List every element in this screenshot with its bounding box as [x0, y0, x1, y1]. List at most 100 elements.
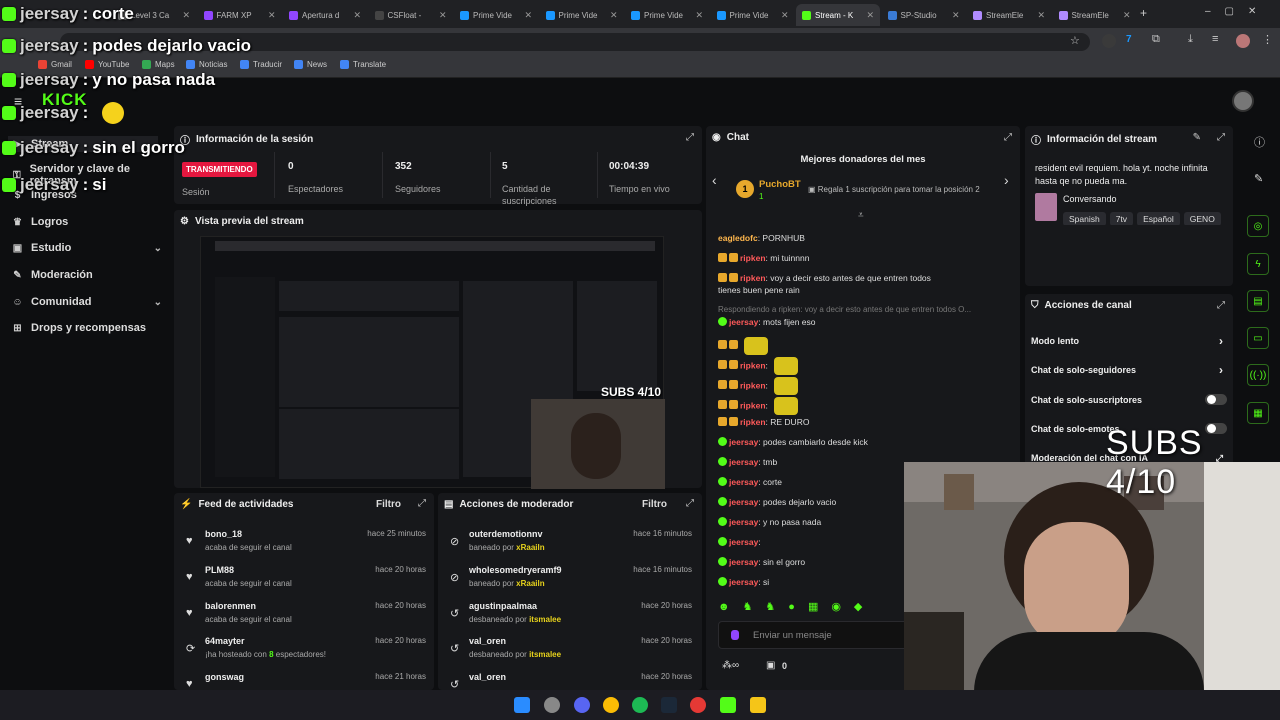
chat-username[interactable]: eagledofc	[718, 233, 758, 243]
chevron-right-icon[interactable]: ›	[1004, 172, 1009, 188]
chat-icon[interactable]: ▭	[1247, 327, 1269, 349]
sidebar-item[interactable]: ✎ Moderación	[12, 269, 162, 281]
close-icon[interactable]: ✕	[268, 10, 276, 21]
infinity-icon[interactable]: ⁂∞	[722, 660, 739, 671]
sidebar-item[interactable]: ☺ Comunidad ⌄	[12, 296, 162, 308]
chat-username[interactable]: ripken	[740, 400, 766, 410]
mod-action-user[interactable]: agustinpaalmaa	[469, 601, 537, 611]
windows-start-icon[interactable]	[514, 697, 530, 713]
chat-username[interactable]: jeersay	[729, 577, 758, 587]
browser-tab[interactable]: FARM XP ✕	[198, 4, 282, 26]
puzzle-icon[interactable]: ⧉	[1152, 33, 1160, 46]
filter-button[interactable]: Filtro	[376, 499, 401, 510]
star-icon[interactable]: ☆	[1070, 34, 1080, 47]
expand-icon[interactable]: ⤢	[1004, 132, 1012, 143]
clipboard-icon[interactable]: ▤	[1247, 290, 1269, 312]
feed-item-name[interactable]: bono_18	[205, 529, 242, 539]
chat-username[interactable]: ripken	[740, 253, 766, 263]
chat-username[interactable]: jeersay	[729, 457, 758, 467]
browser-tab[interactable]: Stream - K ✕	[796, 4, 880, 26]
bookmark-item[interactable]: YouTube	[85, 60, 129, 69]
lightning-icon[interactable]: ϟ	[1247, 253, 1269, 275]
app-icon[interactable]	[544, 697, 560, 713]
user-avatar[interactable]	[1232, 90, 1254, 112]
stream-preview-video[interactable]: SUBS 4/10	[200, 236, 665, 489]
collapse-icon[interactable]: ⩡	[858, 210, 864, 221]
browser-tab[interactable]: Prime Vide ✕	[711, 4, 795, 26]
chat-username[interactable]: jeersay	[729, 557, 758, 567]
chat-username[interactable]: jeersay	[729, 477, 758, 487]
7tv-extension-icon[interactable]: 7	[1126, 34, 1132, 45]
chevron-right-icon[interactable]: ›	[1219, 334, 1223, 348]
channel-action-item[interactable]: Chat de solo-suscriptores	[1031, 393, 1227, 405]
channel-action-item[interactable]: Chat de solo-seguidores ›	[1031, 363, 1227, 377]
chat-username[interactable]: jeersay	[729, 317, 758, 327]
toggle-switch[interactable]	[1205, 393, 1227, 405]
bookmark-item[interactable]: News	[294, 60, 327, 69]
new-tab-button[interactable]: +	[1140, 6, 1147, 20]
app-icon[interactable]	[690, 697, 706, 713]
chat-username[interactable]: ripken	[740, 380, 766, 390]
feed-item-name[interactable]: gonswag	[205, 672, 244, 682]
expand-icon[interactable]: ⤢	[1217, 300, 1225, 311]
extension-icon[interactable]	[1102, 34, 1116, 48]
kick-app-icon[interactable]	[720, 697, 736, 713]
emote-bar[interactable]: ☻♞♞●▦◉◆	[718, 600, 875, 613]
expand-icon[interactable]: ⤢	[1217, 132, 1225, 143]
mod-action-user[interactable]: outerdemotionnv	[469, 529, 543, 539]
browser-tab[interactable]: Prime Vide ✕	[540, 4, 624, 26]
bookmark-item[interactable]: Maps	[142, 60, 175, 69]
browser-tab[interactable]: SP-Studio ✕	[882, 4, 966, 26]
broadcast-icon[interactable]: ((·))	[1247, 364, 1269, 386]
download-icon[interactable]: ⤓	[1188, 33, 1193, 46]
chat-username[interactable]: ripken	[740, 360, 766, 370]
close-icon[interactable]: ✕	[695, 10, 703, 21]
sidebar-item[interactable]: ▣ Estudio ⌄	[12, 242, 162, 254]
chrome-icon[interactable]	[603, 697, 619, 713]
discord-icon[interactable]	[574, 697, 590, 713]
category-name[interactable]: Conversando	[1063, 194, 1117, 204]
info-icon[interactable]: ⓘ	[1254, 134, 1265, 150]
bookmark-item[interactable]: Traducir	[240, 60, 282, 69]
expand-icon[interactable]: ⤢	[686, 498, 694, 509]
browser-tab[interactable]: StreamEle ✕	[1053, 4, 1137, 26]
expand-icon[interactable]: ⤢	[686, 132, 694, 143]
pencil-icon[interactable]: ✎	[1254, 172, 1263, 185]
sidebar-item[interactable]: ⊞ Drops y recompensas	[12, 322, 162, 334]
browser-tab[interactable]: Prime Vide ✕	[625, 4, 709, 26]
close-icon[interactable]: ✕	[439, 10, 447, 21]
browser-tab[interactable]: CSFloat - ✕	[369, 4, 453, 26]
chat-username[interactable]: ripken	[740, 273, 766, 283]
browser-tab[interactable]: StreamEle ✕	[967, 4, 1051, 26]
mod-action-user[interactable]: val_oren	[469, 672, 506, 682]
bookmark-item[interactable]: Translate	[340, 60, 386, 69]
spotify-icon[interactable]	[632, 697, 648, 713]
feed-item-name[interactable]: balorenmen	[205, 601, 256, 611]
bookmark-item[interactable]: Noticias	[186, 60, 227, 69]
chat-username[interactable]: jeersay	[729, 497, 758, 507]
layout-icon[interactable]: ▦	[1247, 402, 1269, 424]
steam-icon[interactable]	[661, 697, 677, 713]
menu-list-icon[interactable]: ≡	[1212, 33, 1218, 45]
tag-pill[interactable]: 7tv	[1109, 212, 1134, 225]
profile-avatar[interactable]	[1236, 34, 1250, 48]
kebab-menu-icon[interactable]: ⋮	[1262, 33, 1273, 46]
close-icon[interactable]: ✕	[610, 10, 618, 21]
expand-icon[interactable]: ⤢	[418, 498, 426, 509]
browser-tab[interactable]: Apertura d ✕	[283, 4, 367, 26]
bookmark-item[interactable]: Gmail	[38, 60, 72, 69]
tag-pill[interactable]: Spanish	[1063, 212, 1106, 225]
chat-input[interactable]: Enviar un mensaje	[718, 621, 914, 649]
mod-action-user[interactable]: wholesomedryeramf9	[469, 565, 562, 575]
close-icon[interactable]: ✕	[866, 10, 874, 21]
chat-username[interactable]: ripken	[740, 417, 766, 427]
close-icon[interactable]: ✕	[182, 10, 190, 21]
tag-pill[interactable]: GENO	[1183, 212, 1221, 225]
tag-pill[interactable]: Español	[1137, 212, 1180, 225]
browser-tab[interactable]: Prime Vide ✕	[454, 4, 538, 26]
channel-action-item[interactable]: Modo lento ›	[1031, 334, 1227, 348]
chat-username[interactable]: jeersay	[729, 517, 758, 527]
folder-icon[interactable]	[750, 697, 766, 713]
chat-username[interactable]: jeersay	[729, 537, 758, 547]
feed-item-name[interactable]: 64mayter	[205, 636, 245, 646]
